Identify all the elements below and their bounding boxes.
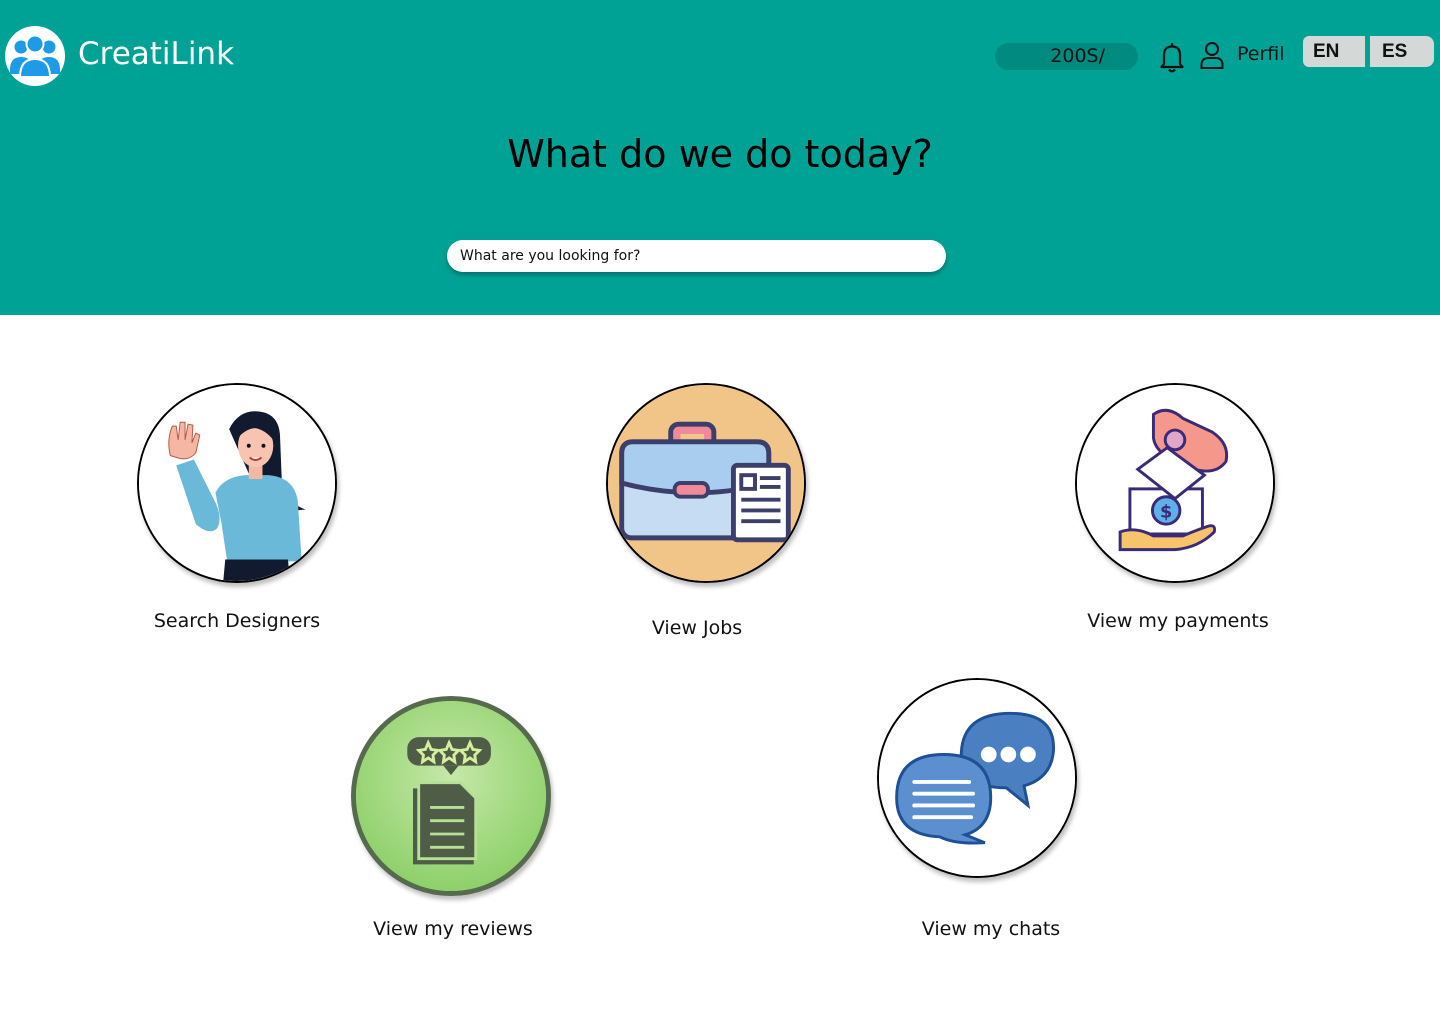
bell-icon[interactable] — [1157, 40, 1187, 74]
action-label[interactable]: View Jobs — [652, 617, 742, 639]
svg-text:$: $ — [1160, 502, 1172, 522]
action-label[interactable]: Search Designers — [154, 610, 320, 632]
page-title: What do we do today? — [507, 132, 933, 176]
action-label[interactable]: View my payments — [1087, 610, 1268, 632]
designer-waving-icon[interactable] — [137, 383, 337, 583]
review-document-icon[interactable] — [351, 696, 551, 896]
creatilink-logo-icon[interactable] — [4, 25, 66, 87]
action-label[interactable]: View my chats — [922, 918, 1060, 940]
briefcase-icon[interactable] — [606, 383, 806, 583]
brand-name[interactable]: CreatiLink — [78, 36, 234, 72]
balance-pill[interactable]: 200S/ — [995, 43, 1138, 70]
lang-es-button[interactable]: ES — [1370, 36, 1434, 67]
top-header: CreatiLink 200S/ Perfil EN ES What do we… — [0, 0, 1440, 315]
profile-link[interactable]: Perfil — [1237, 43, 1285, 65]
payment-hand-icon[interactable]: $ — [1075, 383, 1275, 583]
action-label[interactable]: View my reviews — [373, 918, 533, 940]
search-input[interactable] — [447, 240, 946, 272]
lang-en-button[interactable]: EN — [1303, 36, 1365, 67]
user-icon[interactable] — [1199, 41, 1225, 69]
chat-bubbles-icon[interactable] — [877, 678, 1077, 878]
